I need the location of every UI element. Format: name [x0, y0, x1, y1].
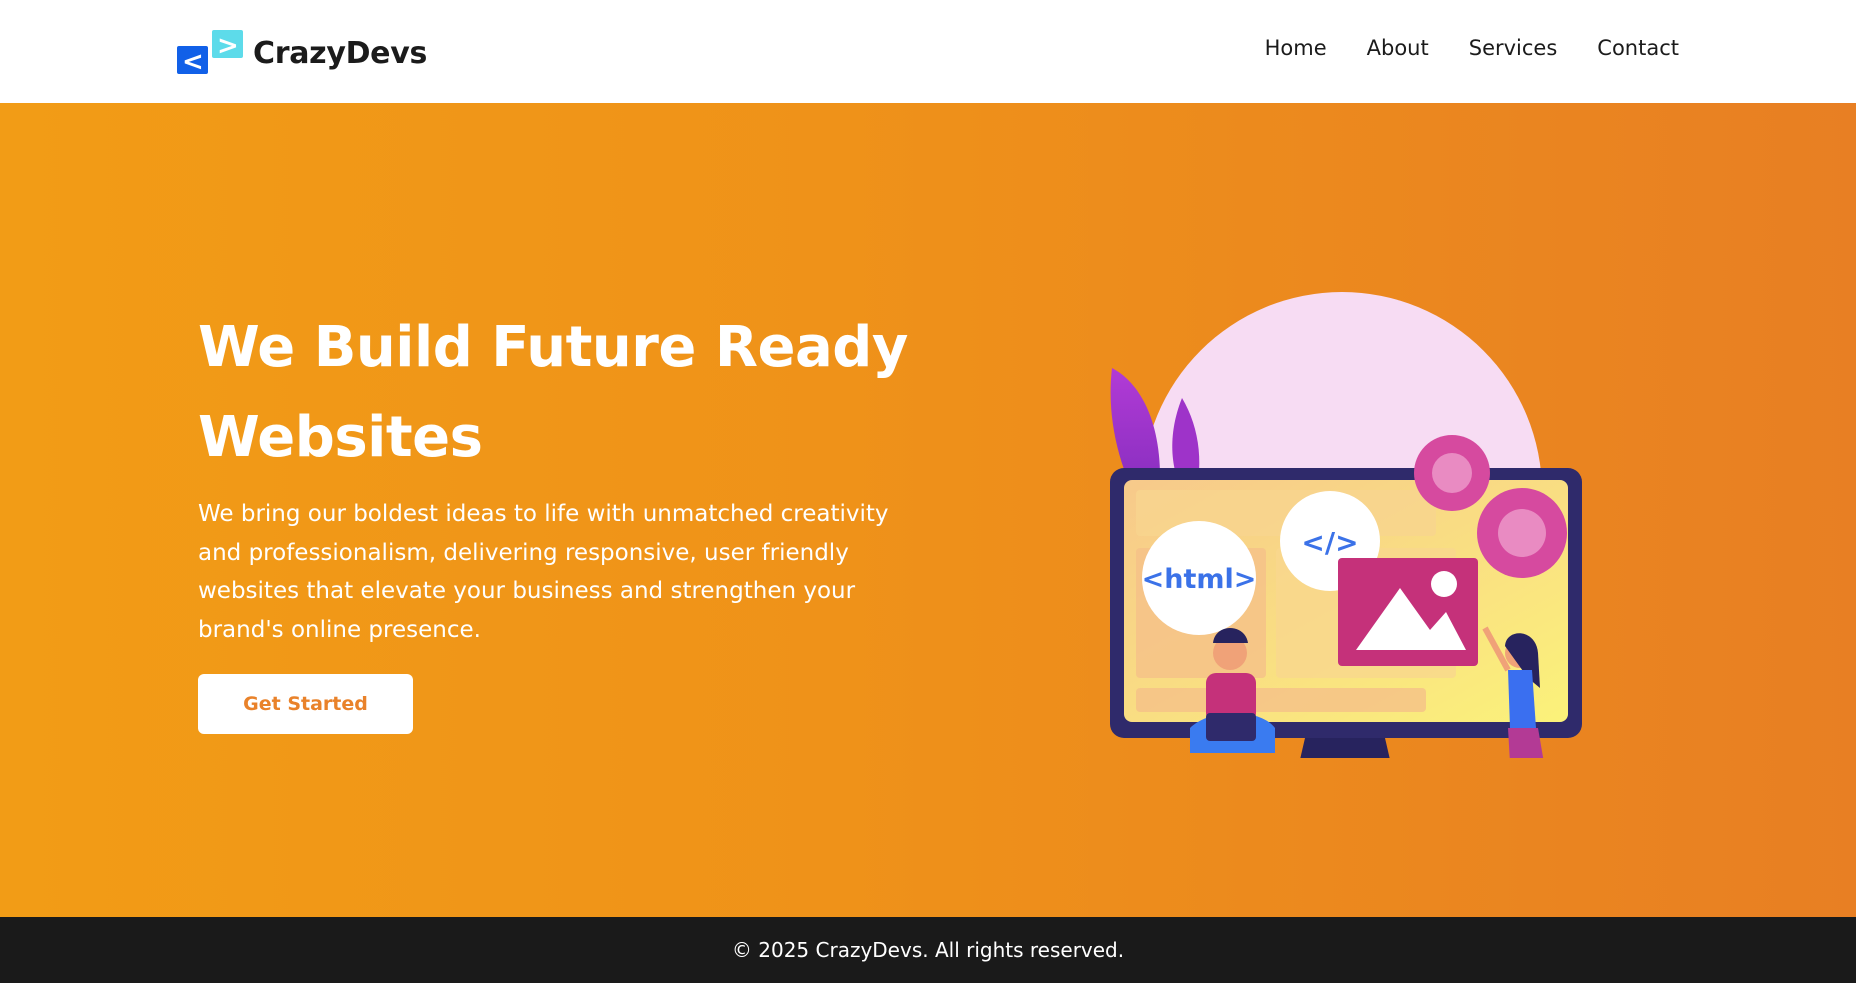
- code-tag-label: </>: [1301, 526, 1358, 559]
- hero-description: We bring our boldest ideas to life with …: [198, 501, 889, 643]
- monitor-stand: [1290, 738, 1400, 803]
- nav-services[interactable]: Services: [1469, 36, 1558, 60]
- logo-icon: < >: [177, 30, 243, 77]
- nav-home[interactable]: Home: [1265, 36, 1327, 60]
- hero-illustration: <html> </>: [1100, 258, 1600, 857]
- nav-about[interactable]: About: [1367, 36, 1429, 60]
- hero-section: We Build Future Ready Websites We bring …: [0, 103, 1856, 917]
- site-footer: © 2025 CrazyDevs. All rights reserved.: [0, 917, 1856, 983]
- site-header: < > CrazyDevs Home About Services Contac…: [0, 0, 1856, 103]
- copyright-text: © 2025 CrazyDevs. All rights reserved.: [731, 938, 1125, 962]
- main-nav: Home About Services Contact: [1265, 36, 1679, 60]
- brand-name: CrazyDevs: [253, 35, 428, 71]
- html-tag-label: <html>: [1142, 564, 1257, 595]
- logo-right-glyph: >: [217, 31, 239, 61]
- hero-title: We Build Future Ready Websites: [198, 315, 908, 470]
- logo-left-glyph: <: [182, 47, 204, 76]
- logo[interactable]: < > CrazyDevs: [177, 30, 428, 77]
- nav-contact[interactable]: Contact: [1597, 36, 1679, 60]
- get-started-button[interactable]: Get Started: [198, 674, 413, 734]
